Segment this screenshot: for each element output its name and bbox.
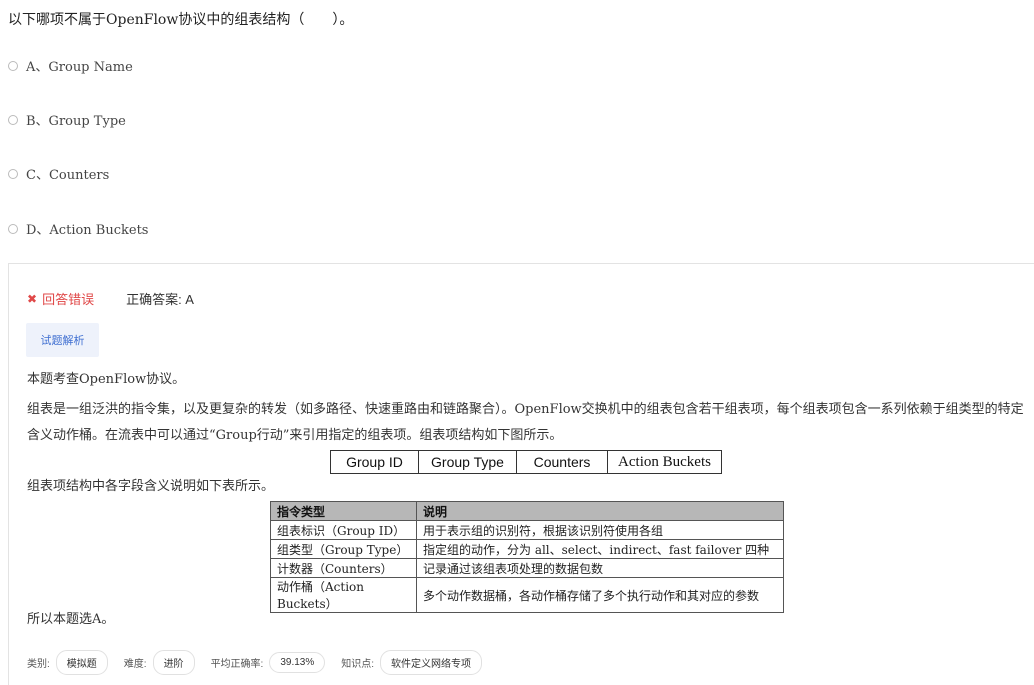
explanation-conclusion: 所以本题选A。 (27, 612, 115, 627)
field-description-table: 指令类型 说明 组表标识（Group ID） 用于表示组的识别符，根据该识别符使… (270, 501, 784, 613)
structure-cell: Group ID (330, 450, 419, 474)
table-row: 计数器（Counters） 记录通过该组表项处理的数据包数 (270, 558, 784, 578)
option-b[interactable]: B、Group Type (8, 110, 126, 129)
option-a[interactable]: A、Group Name (8, 56, 133, 75)
option-label: D、Action Buckets (26, 223, 149, 238)
table-row: Group ID Group Type Counters Action Buck… (330, 450, 722, 474)
group-structure-table: Group ID Group Type Counters Action Buck… (330, 450, 722, 474)
difficulty-tag[interactable]: 进阶 (152, 650, 195, 675)
structure-cell: Action Buckets (607, 450, 722, 474)
table-cell: 指定组的动作，分为 all、select、indirect、fast failo… (416, 539, 784, 559)
explanation-intro: 本题考查OpenFlow协议。 (27, 372, 186, 387)
radio-icon[interactable] (8, 60, 18, 71)
radio-icon[interactable] (8, 223, 18, 234)
structure-cell: Group Type (418, 450, 517, 474)
difficulty-label: 难度: (123, 659, 147, 670)
option-c[interactable]: C、Counters (8, 164, 109, 183)
table-header: 说明 (416, 501, 784, 521)
table-cell: 组类型（Group Type） (270, 539, 417, 559)
category-label: 类别: (27, 659, 50, 670)
meta-row: 类别: 模拟题 难度: 进阶 平均正确率: 39.13% 知识点: 软件定义网络… (27, 650, 498, 675)
table-header: 指令类型 (270, 501, 417, 521)
close-icon: ✖ (27, 291, 38, 306)
option-label: C、Counters (26, 168, 110, 183)
wrong-label: 回答错误 (42, 292, 95, 307)
question-text: 以下哪项不属于OpenFlow协议中的组表结构（ ）。 (8, 12, 354, 28)
accuracy-label: 平均正确率: (210, 659, 264, 670)
analysis-button[interactable]: 试题解析 (26, 323, 99, 357)
knowledge-tag[interactable]: 软件定义网络专项 (380, 650, 483, 675)
explanation-body: 组表是一组泛洪的指令集，以及更复杂的转发（如多路径、快速重路由和链路聚合）。Op… (27, 402, 1024, 443)
table-cell: 组表标识（Group ID） (270, 520, 417, 540)
explanation-table-intro: 组表项结构中各字段含义说明如下表所示。 (27, 479, 275, 494)
table-header-row: 指令类型 说明 (270, 501, 784, 521)
radio-icon[interactable] (8, 168, 18, 179)
table-cell: 计数器（Counters） (270, 558, 417, 578)
table-row: 组类型（Group Type） 指定组的动作，分为 all、select、ind… (270, 539, 784, 559)
option-label: A、Group Name (26, 60, 133, 75)
answer-panel: ✖ 回答错误 正确答案: A 试题解析 本题考查OpenFlow协议。 组表是一… (8, 263, 1034, 685)
wrong-status: ✖ 回答错误 (27, 289, 94, 308)
table-row: 组表标识（Group ID） 用于表示组的识别符，根据该识别符使用各组 (270, 520, 784, 540)
radio-icon[interactable] (8, 114, 18, 125)
category-tag[interactable]: 模拟题 (55, 650, 108, 675)
result-row: ✖ 回答错误 正确答案: A (27, 289, 194, 308)
knowledge-label: 知识点: (341, 659, 375, 670)
table-cell: 记录通过该组表项处理的数据包数 (416, 558, 784, 578)
accuracy-tag: 39.13% (269, 652, 326, 673)
table-cell: 用于表示组的识别符，根据该识别符使用各组 (416, 520, 784, 540)
structure-cell: Counters (516, 450, 608, 474)
option-label: B、Group Type (26, 114, 126, 129)
option-d[interactable]: D、Action Buckets (8, 219, 148, 238)
correct-answer: 正确答案: A (126, 292, 194, 307)
